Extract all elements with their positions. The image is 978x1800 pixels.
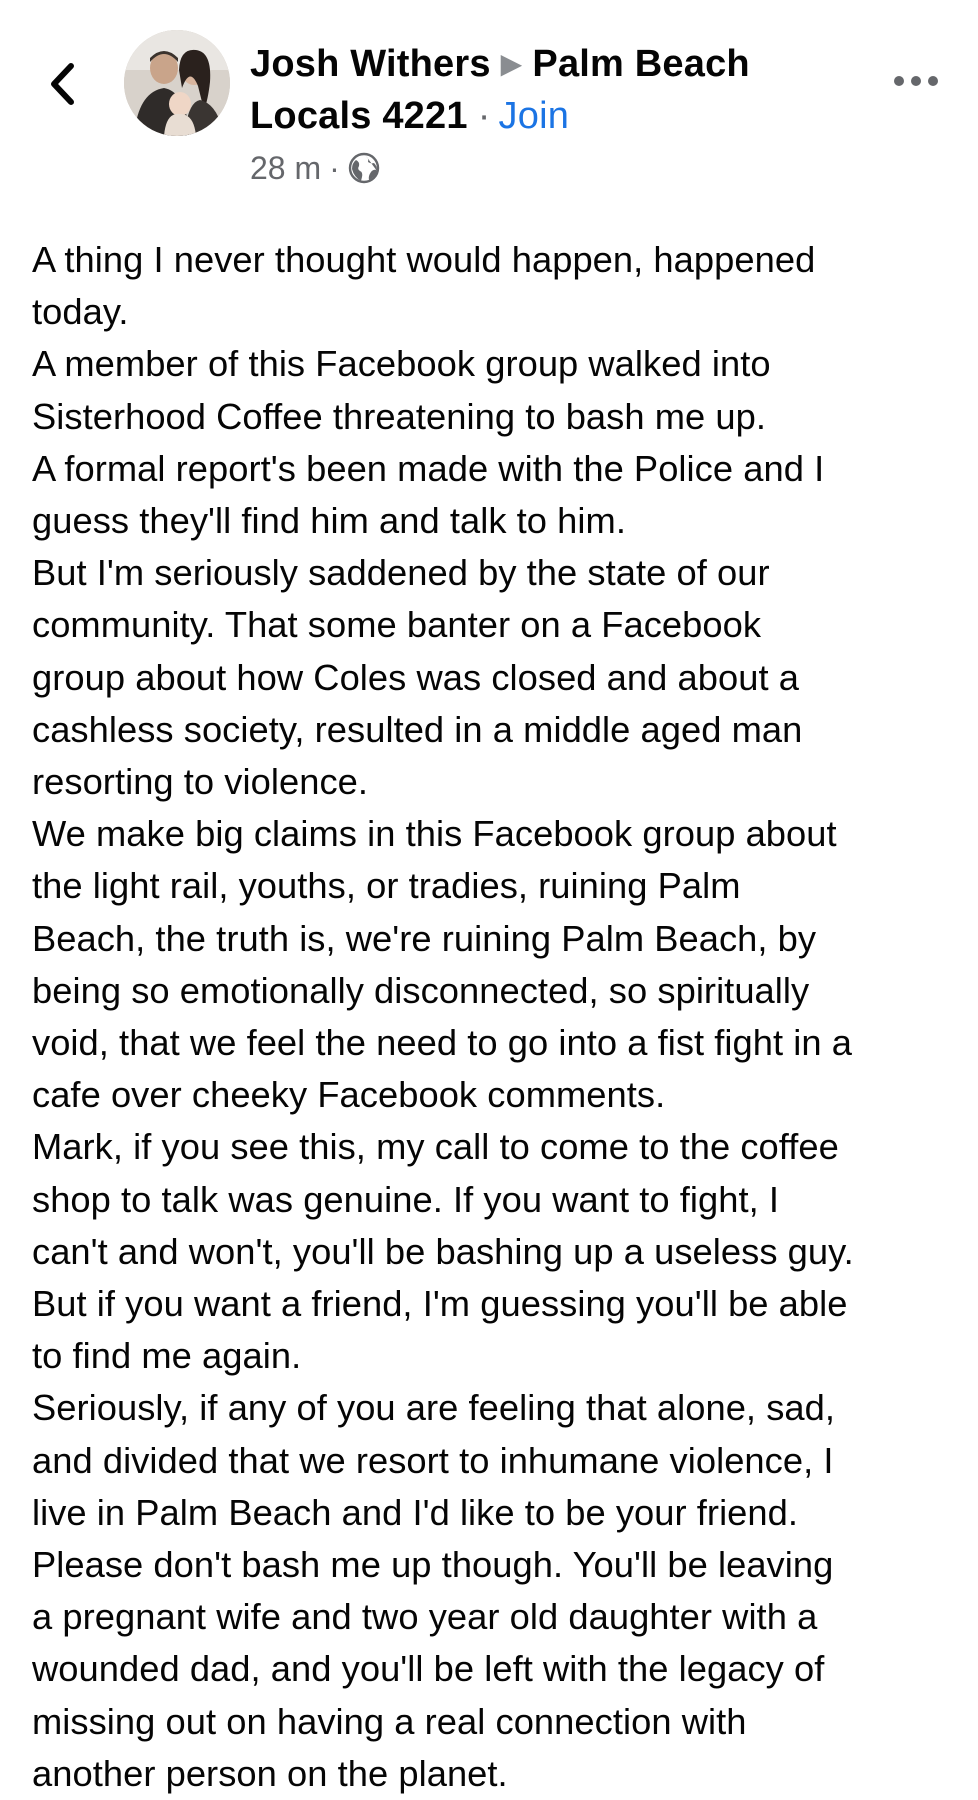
post-text-line: group about how Coles was closed and abo… xyxy=(32,656,799,698)
timestamp[interactable]: 28 m xyxy=(250,148,321,188)
post-text-line: resorting to violence. xyxy=(32,761,369,803)
post-text-line: being so emotionally disconnected, so sp… xyxy=(32,969,810,1011)
post-text-line: to find me again. xyxy=(32,1335,302,1377)
post-text-line: live in Palm Beach and I'd like to be yo… xyxy=(32,1491,799,1533)
globe-icon xyxy=(348,152,379,184)
avatar-photo xyxy=(124,30,230,136)
post-body-text: A thing I never thought would happen, ha… xyxy=(32,234,962,1800)
post-text-line: the light rail, youths, or tradies, ruin… xyxy=(32,865,741,907)
shared-to-arrow-icon: ▶ xyxy=(500,48,523,79)
post-text-line: Mark, if you see this, my call to come t… xyxy=(32,1126,839,1168)
post-text-line: wounded dad, and you'll be left with the… xyxy=(32,1648,825,1690)
post-text-line: A member of this Facebook group walked i… xyxy=(32,343,771,385)
title-line-2: Locals 4221 · Join xyxy=(250,90,840,142)
avatar[interactable] xyxy=(124,30,230,136)
title-line-1: Josh Withers ▶ Palm Beach xyxy=(250,38,840,90)
post-text-line: void, that we feel the need to go into a… xyxy=(32,1022,853,1064)
post-meta: 28 m · xyxy=(250,148,840,188)
post-header: Josh Withers ▶ Palm Beach Locals 4221 · Join… xyxy=(0,0,978,210)
post-text-line: can't and won't, you'll be bashing up a … xyxy=(32,1230,854,1272)
post-text-line: But if you want a friend, I'm guessing y… xyxy=(32,1283,848,1325)
author-name[interactable]: Josh Withers xyxy=(250,43,491,85)
more-options-button[interactable] xyxy=(888,66,944,96)
post-text-line: cafe over cheeky Facebook comments. xyxy=(32,1074,666,1116)
post-text-line: Please don't bash me up though. You'll b… xyxy=(32,1544,834,1586)
post-text-line: community. That some banter on a Faceboo… xyxy=(32,604,762,646)
more-horizontal-icon xyxy=(894,76,938,86)
post-text-line: shop to talk was genuine. If you want to… xyxy=(32,1178,779,1220)
separator-dot: · xyxy=(329,150,340,186)
post-text-line: another person on the planet. xyxy=(32,1752,508,1794)
post-title-block: Josh Withers ▶ Palm Beach Locals 4221 · Join… xyxy=(250,38,840,188)
post-text-line: Beach, the truth is, we're ruining Palm … xyxy=(32,917,817,959)
post-text-line: Sisterhood Coffee threatening to bash me… xyxy=(32,395,767,437)
post-text-line: Seriously, if any of you are feeling tha… xyxy=(32,1387,836,1429)
post-text-line: We make big claims in this Facebook grou… xyxy=(32,813,837,855)
post-text-line: missing out on having a real connection … xyxy=(32,1700,747,1742)
group-name-part1[interactable]: Palm Beach xyxy=(532,43,749,85)
join-button[interactable]: Join xyxy=(499,95,570,137)
post-text-line: guess they'll find him and talk to him. xyxy=(32,500,626,542)
post-text-line: a pregnant wife and two year old daughte… xyxy=(32,1596,818,1638)
post-text-line: and divided that we resort to inhumane v… xyxy=(32,1439,834,1481)
post-text-line: But I'm seriously saddened by the state … xyxy=(32,552,770,594)
post-text-line: A thing I never thought would happen, ha… xyxy=(32,239,816,280)
post-text-line: today. xyxy=(32,291,129,333)
back-button[interactable] xyxy=(36,52,88,116)
chevron-left-icon xyxy=(51,63,74,105)
separator-dot: · xyxy=(477,95,491,137)
group-name-part2[interactable]: Locals 4221 xyxy=(250,95,468,137)
post-text-line: cashless society, resulted in a middle a… xyxy=(32,708,803,750)
post-text-line: A formal report's been made with the Pol… xyxy=(32,447,825,489)
